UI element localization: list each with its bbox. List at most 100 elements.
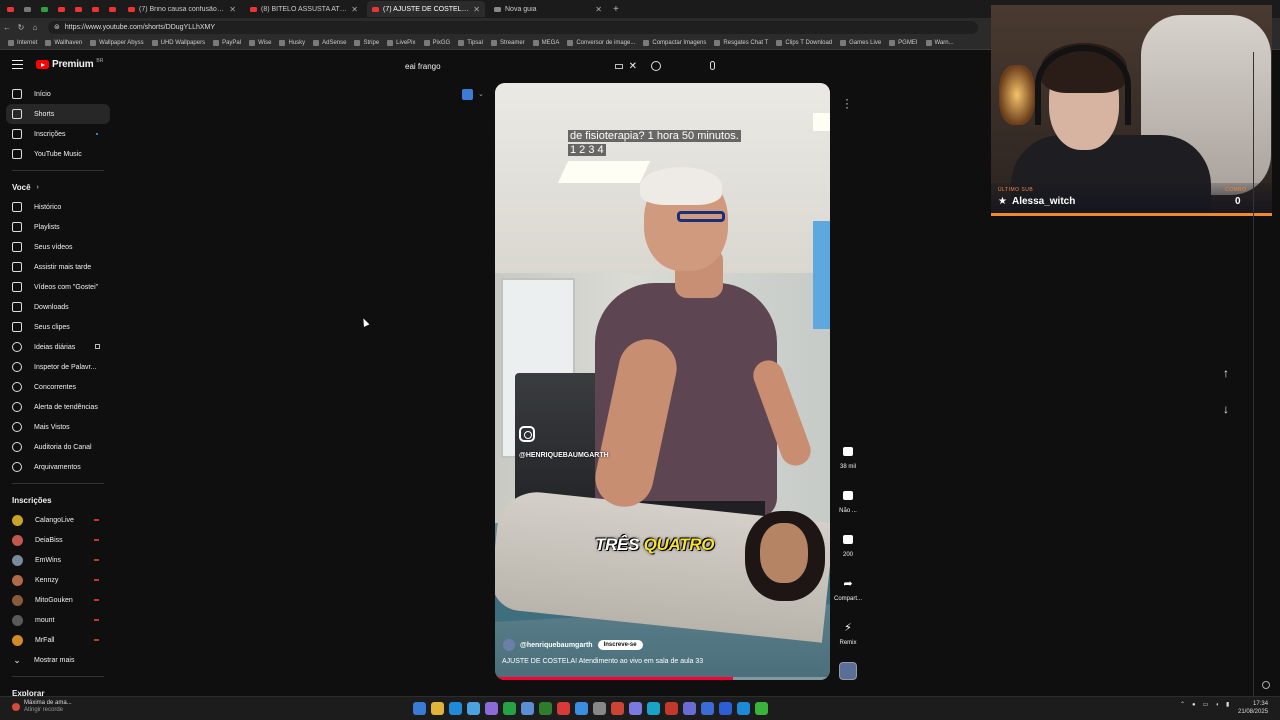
bookmark-item[interactable]: Wallhaven [45, 39, 82, 46]
bookmark-item[interactable]: MEGA [532, 39, 559, 46]
bookmark-item[interactable]: LivePix [387, 39, 416, 46]
sidebar-item[interactable]: Auditoria do Canal [0, 437, 116, 457]
taskbar-app-icon[interactable] [719, 702, 732, 715]
bookmark-item[interactable]: Wallpaper Abyss [90, 39, 144, 46]
volume-icon[interactable]: ◖ [1215, 702, 1219, 708]
subscription-item[interactable]: mount [0, 610, 116, 630]
chevron-up-icon[interactable]: ⌃ [1180, 701, 1185, 708]
taskbar-app-icon[interactable] [737, 702, 750, 715]
bookmark-item[interactable]: Compactar Imagens [643, 39, 706, 46]
bookmark-item[interactable]: Wise [249, 39, 271, 46]
chevron-down-icon[interactable]: ⌄ [478, 90, 484, 98]
sidebar-item[interactable]: Seus vídeos [0, 237, 116, 257]
mic-icon[interactable]: ● [1192, 702, 1196, 708]
sidebar-item[interactable]: Downloads [0, 297, 116, 317]
taskbar-app-icon[interactable] [575, 702, 588, 715]
pinned-tab[interactable] [71, 3, 85, 15]
subscription-item[interactable]: EmWins [0, 550, 116, 570]
taskbar-app-icon[interactable] [521, 702, 534, 715]
video-settings-icon[interactable] [462, 89, 473, 100]
close-tab-icon[interactable]: ✕ [351, 5, 358, 14]
pinned-tab[interactable] [105, 3, 119, 15]
bookmark-item[interactable]: PixGG [423, 39, 450, 46]
search-box[interactable]: eai frango ✕ [395, 57, 665, 75]
url-bar[interactable]: ⊜ https://www.youtube.com/shorts/DDugYLL… [48, 20, 978, 34]
comments-button[interactable]: 200 [832, 528, 864, 572]
gear-icon[interactable] [1262, 681, 1270, 689]
taskbar-app-icon[interactable] [755, 702, 768, 715]
network-icon[interactable]: ▭ [1203, 701, 1209, 708]
home-icon[interactable]: ⌂ [28, 23, 42, 32]
pinned-tab[interactable] [37, 3, 51, 15]
close-tab-icon[interactable]: ✕ [595, 5, 602, 14]
taskbar-app-icon[interactable] [701, 702, 714, 715]
bookmark-item[interactable]: Games Live [840, 39, 881, 46]
browser-tab[interactable]: (8) BITELO ASSUSTA ATENDENTE!...✕ [245, 1, 363, 17]
audio-avatar[interactable] [839, 662, 857, 680]
taskbar-app-icon[interactable] [593, 702, 606, 715]
sidebar-item[interactable]: Alerta de tendências [0, 397, 116, 417]
clear-search-icon[interactable]: ✕ [629, 61, 637, 72]
taskbar-app-icon[interactable] [485, 702, 498, 715]
sidebar-item[interactable]: Assistir mais tarde [0, 257, 116, 277]
pinned-tab[interactable] [3, 3, 17, 15]
sidebar-item[interactable]: Histórico [0, 197, 116, 217]
bookmark-item[interactable]: PayPal [213, 39, 241, 46]
browser-tab[interactable]: Nova guia ✕ [489, 1, 607, 17]
bookmark-item[interactable]: Resgates Chat T [714, 39, 768, 46]
more-options-icon[interactable]: · · · [845, 93, 849, 113]
taskbar-clock[interactable]: 17:34 21/08/2025 [1238, 700, 1268, 716]
close-tab-icon[interactable]: ✕ [229, 5, 236, 14]
dislike-button[interactable]: Não ... [832, 484, 864, 528]
close-tab-icon[interactable]: ✕ [473, 5, 480, 14]
taskbar-app-icon[interactable] [629, 702, 642, 715]
browser-tab[interactable]: (7) Brino causa confusão no Rodi..✕ [123, 1, 241, 17]
subscribe-button[interactable]: Inscreve-se [597, 640, 643, 650]
weather-widget[interactable]: Máxima de ama... Atingir recorde [12, 700, 72, 714]
previous-video-arrow-icon[interactable]: ↑ [1215, 362, 1237, 384]
like-button[interactable]: 38 mil [832, 440, 864, 484]
sidebar-item[interactable]: Mais Vistos [0, 417, 116, 437]
taskbar-app-icon[interactable] [413, 702, 426, 715]
taskbar-app-icon[interactable] [557, 702, 570, 715]
sidebar-item[interactable]: Shorts [6, 104, 110, 124]
back-icon[interactable]: ← [0, 23, 14, 32]
sidebar-item[interactable]: Seus clipes [0, 317, 116, 337]
taskbar-app-icon[interactable] [503, 702, 516, 715]
next-video-arrow-icon[interactable]: ↓ [1215, 398, 1237, 420]
sidebar-item[interactable]: YouTube Music [0, 144, 116, 164]
sidebar-item[interactable]: Inscrições [0, 124, 116, 144]
reload-icon[interactable]: ↻ [14, 23, 28, 32]
browser-tab-active[interactable]: (7) AJUSTE DE COSTELA! Ate...✕ [367, 1, 485, 17]
bookmark-item[interactable]: Stripe [354, 39, 379, 46]
subscription-item[interactable]: DeiaBiss [0, 530, 116, 550]
bookmark-item[interactable]: PGMEI [889, 39, 918, 46]
subscription-item[interactable]: Kennzy [0, 570, 116, 590]
battery-icon[interactable]: ▮ [1226, 701, 1229, 708]
taskbar-app-icon[interactable] [467, 702, 480, 715]
channel-name[interactable]: @henriquebaumgarth [520, 642, 593, 649]
sidebar-item[interactable]: Ideias diárias [0, 337, 116, 357]
sidebar-item[interactable]: Inspetor de Palavr... [0, 357, 116, 377]
remix-button[interactable]: ⚡ Remix [832, 616, 864, 660]
sidebar-you-header[interactable]: Você › [0, 177, 116, 197]
taskbar-app-icon[interactable] [431, 702, 444, 715]
share-button[interactable]: ➦ Compart... [832, 572, 864, 616]
bookmark-item[interactable]: AdSense [313, 39, 346, 46]
taskbar-app-icon[interactable] [665, 702, 678, 715]
bookmark-item[interactable]: UHD Wallpapers [151, 39, 205, 46]
page-scrollbar[interactable] [1253, 52, 1254, 696]
subscription-item[interactable]: MitoGouken [0, 590, 116, 610]
pinned-tab[interactable] [88, 3, 102, 15]
bookmark-item[interactable]: Husky [279, 39, 305, 46]
sidebar-item[interactable]: Arquivamentos [0, 457, 116, 477]
shorts-video-player[interactable]: de fisioterapia? 1 hora 50 minutos. 1 2 … [495, 83, 830, 680]
pinned-tab[interactable] [54, 3, 68, 15]
sidebar-item[interactable]: Playlists [0, 217, 116, 237]
subscription-item[interactable]: CalangoLive [0, 510, 116, 530]
taskbar-app-icon[interactable] [611, 702, 624, 715]
video-title[interactable]: AJUSTE DE COSTELA! Atendimento ao vivo e… [502, 658, 703, 665]
subscription-item[interactable]: MrFall [0, 630, 116, 650]
pinned-tab[interactable] [20, 3, 34, 15]
show-more-button[interactable]: ⌄ Mostrar mais [0, 650, 116, 670]
